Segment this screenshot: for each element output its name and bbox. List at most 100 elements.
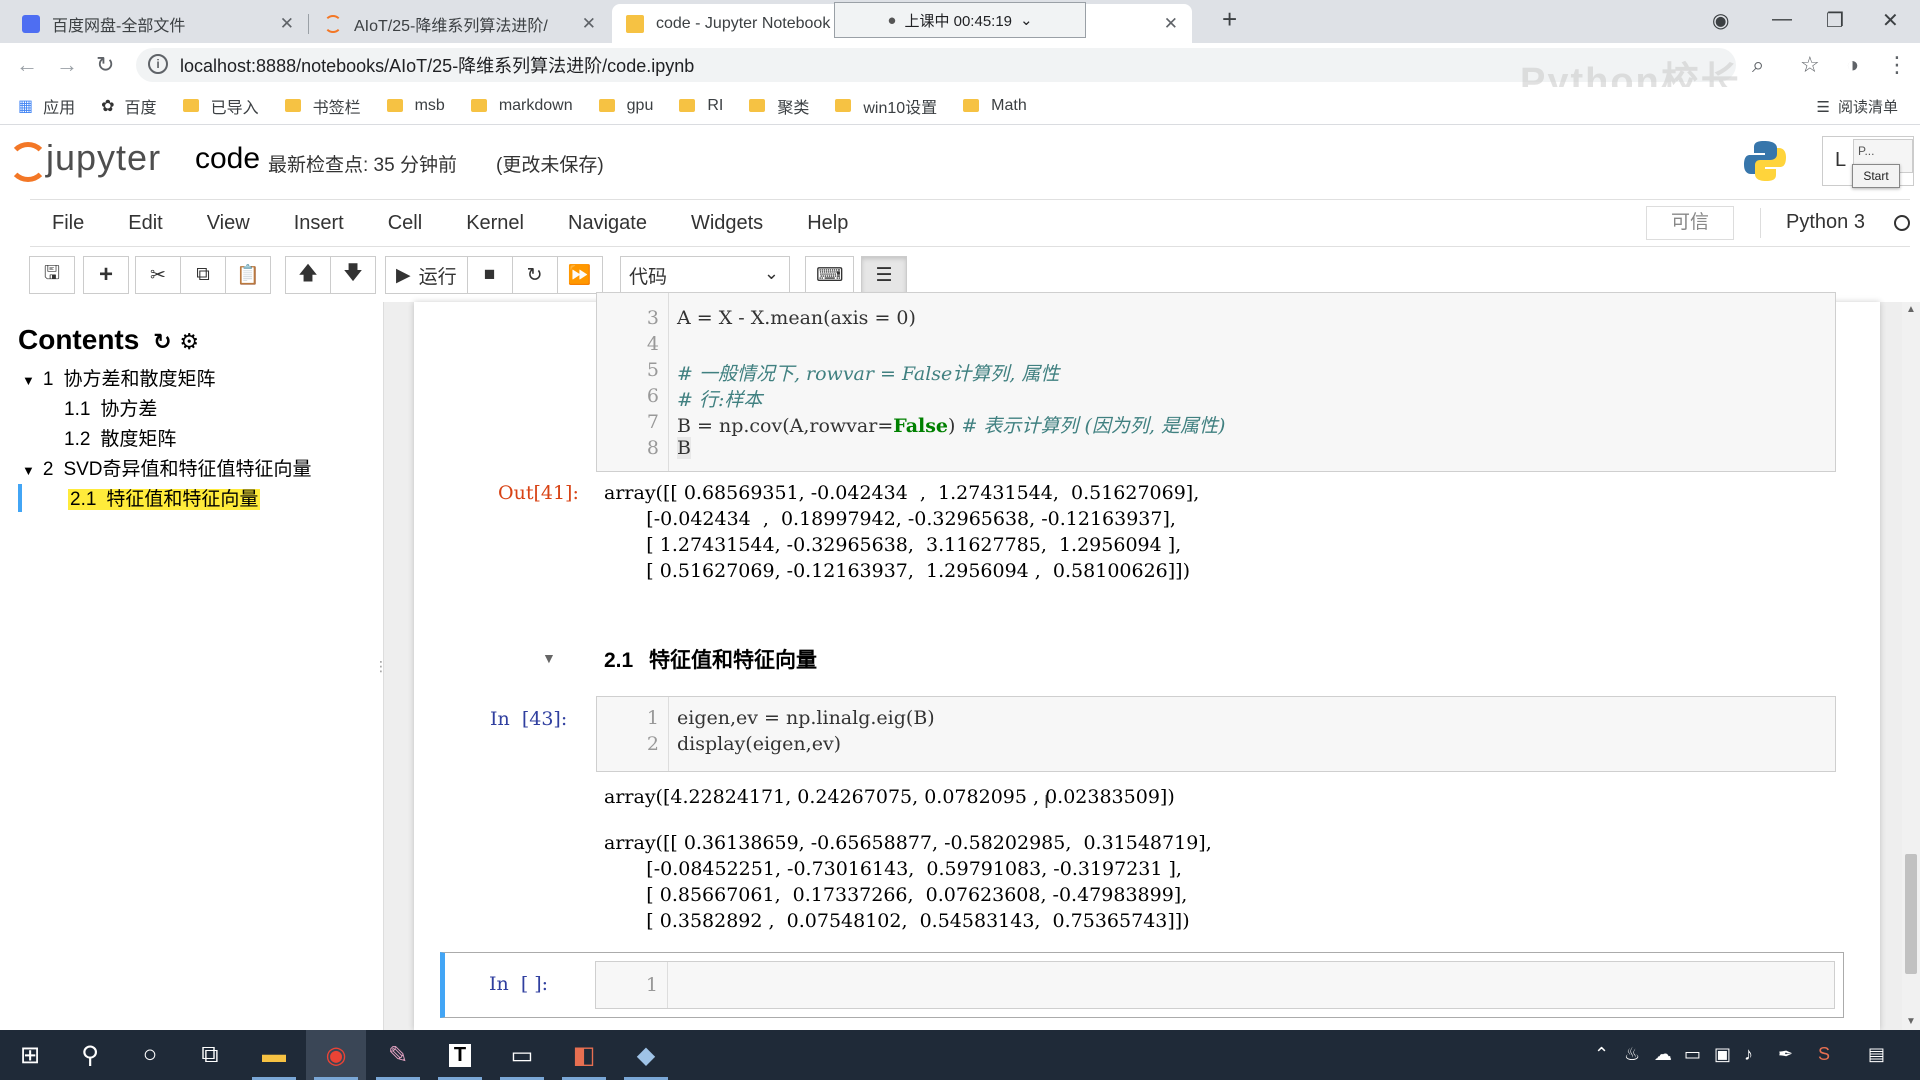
- move-down-button[interactable]: 🡇: [330, 256, 376, 294]
- bookmark-star-icon[interactable]: ☆: [1800, 52, 1820, 78]
- toc-resize-handle[interactable]: ⋮: [374, 658, 388, 675]
- bookmark-apps[interactable]: ▦ 应用: [18, 94, 75, 118]
- back-icon[interactable]: ←: [16, 52, 38, 78]
- scroll-down-icon[interactable]: ▼: [1906, 1016, 1916, 1027]
- jupyter-logo[interactable]: jupyter: [8, 136, 161, 182]
- kebab-menu-icon[interactable]: ⋮: [1886, 52, 1908, 78]
- menu-edit[interactable]: Edit: [106, 212, 184, 235]
- menu-help[interactable]: Help: [785, 212, 870, 235]
- menu-cell[interactable]: Cell: [366, 212, 444, 235]
- bookmark-imported[interactable]: 已导入: [182, 94, 259, 118]
- notification-icon[interactable]: ▤: [1868, 1044, 1885, 1065]
- code-keyword: False: [893, 415, 949, 437]
- selected-empty-cell[interactable]: In [ ]: 1: [440, 952, 1844, 1018]
- site-info-icon[interactable]: i: [148, 54, 168, 74]
- close-tab-icon[interactable]: ✕: [1164, 14, 1178, 34]
- bookmark-bar-folder[interactable]: 书签栏: [284, 94, 361, 118]
- menu-widgets[interactable]: Widgets: [669, 212, 785, 235]
- copy-button[interactable]: ⧉: [180, 256, 226, 294]
- url-field[interactable]: i localhost:8888/notebooks/AIoT/25-降维系列算…: [136, 48, 1736, 82]
- terminal-icon[interactable]: ▭: [492, 1030, 552, 1080]
- scrollbar-thumb[interactable]: [1905, 854, 1917, 974]
- task-view-icon[interactable]: ⧉: [180, 1030, 240, 1080]
- profile-icon[interactable]: ◑: [1846, 52, 1859, 78]
- run-button[interactable]: ▶ 运行: [385, 256, 468, 294]
- network-icon[interactable]: ▣: [1714, 1044, 1731, 1065]
- typora-icon[interactable]: T: [430, 1030, 490, 1080]
- toc-item-1[interactable]: ▼ 1 协方差和散度矩阵: [22, 364, 215, 391]
- tab-baidu-pan[interactable]: 百度网盘-全部文件 ✕: [8, 4, 309, 43]
- restart-button[interactable]: ↻: [511, 256, 558, 294]
- cell-type-select[interactable]: 代码 ⌄: [620, 256, 790, 294]
- forward-icon[interactable]: →: [56, 52, 78, 78]
- chrome-icon[interactable]: ◉: [306, 1030, 366, 1080]
- search-icon[interactable]: ⚲: [60, 1030, 120, 1080]
- paint-icon[interactable]: ✎: [368, 1030, 428, 1080]
- reading-list[interactable]: ☰ 阅读清单: [1817, 96, 1898, 117]
- start-popup[interactable]: Start: [1852, 164, 1900, 188]
- cut-button[interactable]: ✂: [135, 256, 181, 294]
- bookmark-ri[interactable]: RI: [679, 97, 723, 115]
- close-tab-icon[interactable]: ✕: [280, 14, 294, 34]
- code-cell-43-editor[interactable]: 1 eigen,ev = np.linalg.eig(B) 2 display(…: [596, 696, 1836, 772]
- toc-item-2[interactable]: ▼ 2 SVD奇异值和特征值特征向量: [22, 454, 312, 481]
- notebook-name[interactable]: code: [195, 142, 260, 176]
- minimize-icon[interactable]: —: [1772, 8, 1792, 31]
- collapse-heading-icon[interactable]: ▼: [542, 650, 556, 666]
- tab-aiot-folder[interactable]: AIoT/25-降维系列算法进阶/ ✕: [310, 4, 610, 43]
- tray-expand-icon[interactable]: ⌃: [1594, 1044, 1609, 1065]
- refresh-icon[interactable]: ↻: [153, 329, 171, 354]
- menu-navigate[interactable]: Navigate: [546, 212, 669, 235]
- display-icon[interactable]: ▭: [1684, 1044, 1701, 1065]
- bookmark-baidu[interactable]: ✿ 百度: [101, 94, 156, 118]
- toc-item-2-1[interactable]: 2.1 特征值和特征向量: [68, 484, 261, 511]
- menu-view[interactable]: View: [185, 212, 272, 235]
- pen-icon[interactable]: ✒: [1778, 1044, 1793, 1065]
- bookmark-markdown[interactable]: markdown: [470, 97, 573, 115]
- empty-cell-editor[interactable]: 1: [595, 961, 1835, 1009]
- close-tab-icon[interactable]: ✕: [582, 14, 596, 34]
- restore-icon[interactable]: ❐: [1826, 8, 1844, 33]
- antivirus-icon[interactable]: S: [1818, 1044, 1830, 1065]
- code-cell-41-editor[interactable]: 3 A = X - X.mean(axis = 0) 4 5 # 一般情况下, …: [596, 292, 1836, 472]
- restart-run-all-button[interactable]: ⏩: [556, 256, 603, 294]
- trusted-indicator[interactable]: 可信: [1646, 206, 1734, 240]
- bookmark-clustering[interactable]: 聚类: [749, 94, 809, 118]
- kernel-name[interactable]: Python 3: [1786, 211, 1865, 234]
- zoom-icon[interactable]: ⌕: [1752, 52, 1764, 78]
- tray-app-icon[interactable]: ♨: [1624, 1044, 1640, 1065]
- menu-insert[interactable]: Insert: [272, 212, 366, 235]
- toc-item-1-2[interactable]: 1.2 散度矩阵: [64, 424, 176, 451]
- bookmark-win10[interactable]: win10设置: [835, 94, 937, 118]
- folder-icon: [470, 99, 487, 112]
- volume-icon[interactable]: ♪: [1744, 1044, 1753, 1065]
- recording-timer[interactable]: ● 上课中 00:45:19 ⌄: [834, 2, 1086, 38]
- bookmark-gpu[interactable]: gpu: [598, 97, 653, 115]
- vs-icon[interactable]: ◆: [616, 1030, 676, 1080]
- paste-button[interactable]: 📋: [225, 256, 271, 294]
- tab-search-icon[interactable]: ◉: [1712, 8, 1729, 33]
- window-close-icon[interactable]: ✕: [1882, 8, 1899, 33]
- new-tab-icon[interactable]: +: [1222, 4, 1237, 35]
- interrupt-button[interactable]: ■: [466, 256, 513, 294]
- cortana-icon[interactable]: ○: [120, 1030, 180, 1080]
- menubar: File Edit View Insert Cell Kernel Naviga…: [30, 199, 1910, 247]
- explorer-icon[interactable]: ▬: [244, 1030, 304, 1080]
- bookmark-math[interactable]: Math: [963, 97, 1027, 115]
- insert-cell-button[interactable]: +: [83, 256, 129, 294]
- gear-icon[interactable]: ⚙: [179, 329, 199, 354]
- pdf-icon[interactable]: ◧: [554, 1030, 614, 1080]
- save-button[interactable]: 🖫: [29, 256, 75, 294]
- reload-icon[interactable]: ↻: [96, 52, 114, 78]
- toc-item-1-1[interactable]: 1.1 协方差: [64, 394, 157, 421]
- command-palette-button[interactable]: ⌨: [805, 256, 855, 294]
- menu-file[interactable]: File: [30, 212, 106, 235]
- scroll-up-icon[interactable]: ▲: [1906, 304, 1916, 315]
- start-icon[interactable]: ⊞: [0, 1030, 60, 1080]
- move-up-button[interactable]: 🡅: [285, 256, 331, 294]
- onedrive-icon[interactable]: ☁: [1654, 1044, 1672, 1065]
- menu-kernel[interactable]: Kernel: [444, 212, 546, 235]
- page-scrollbar[interactable]: ▲ ▼: [1902, 302, 1920, 1030]
- toc-toggle-button[interactable]: ☰: [861, 256, 907, 294]
- bookmark-msb[interactable]: msb: [386, 97, 445, 115]
